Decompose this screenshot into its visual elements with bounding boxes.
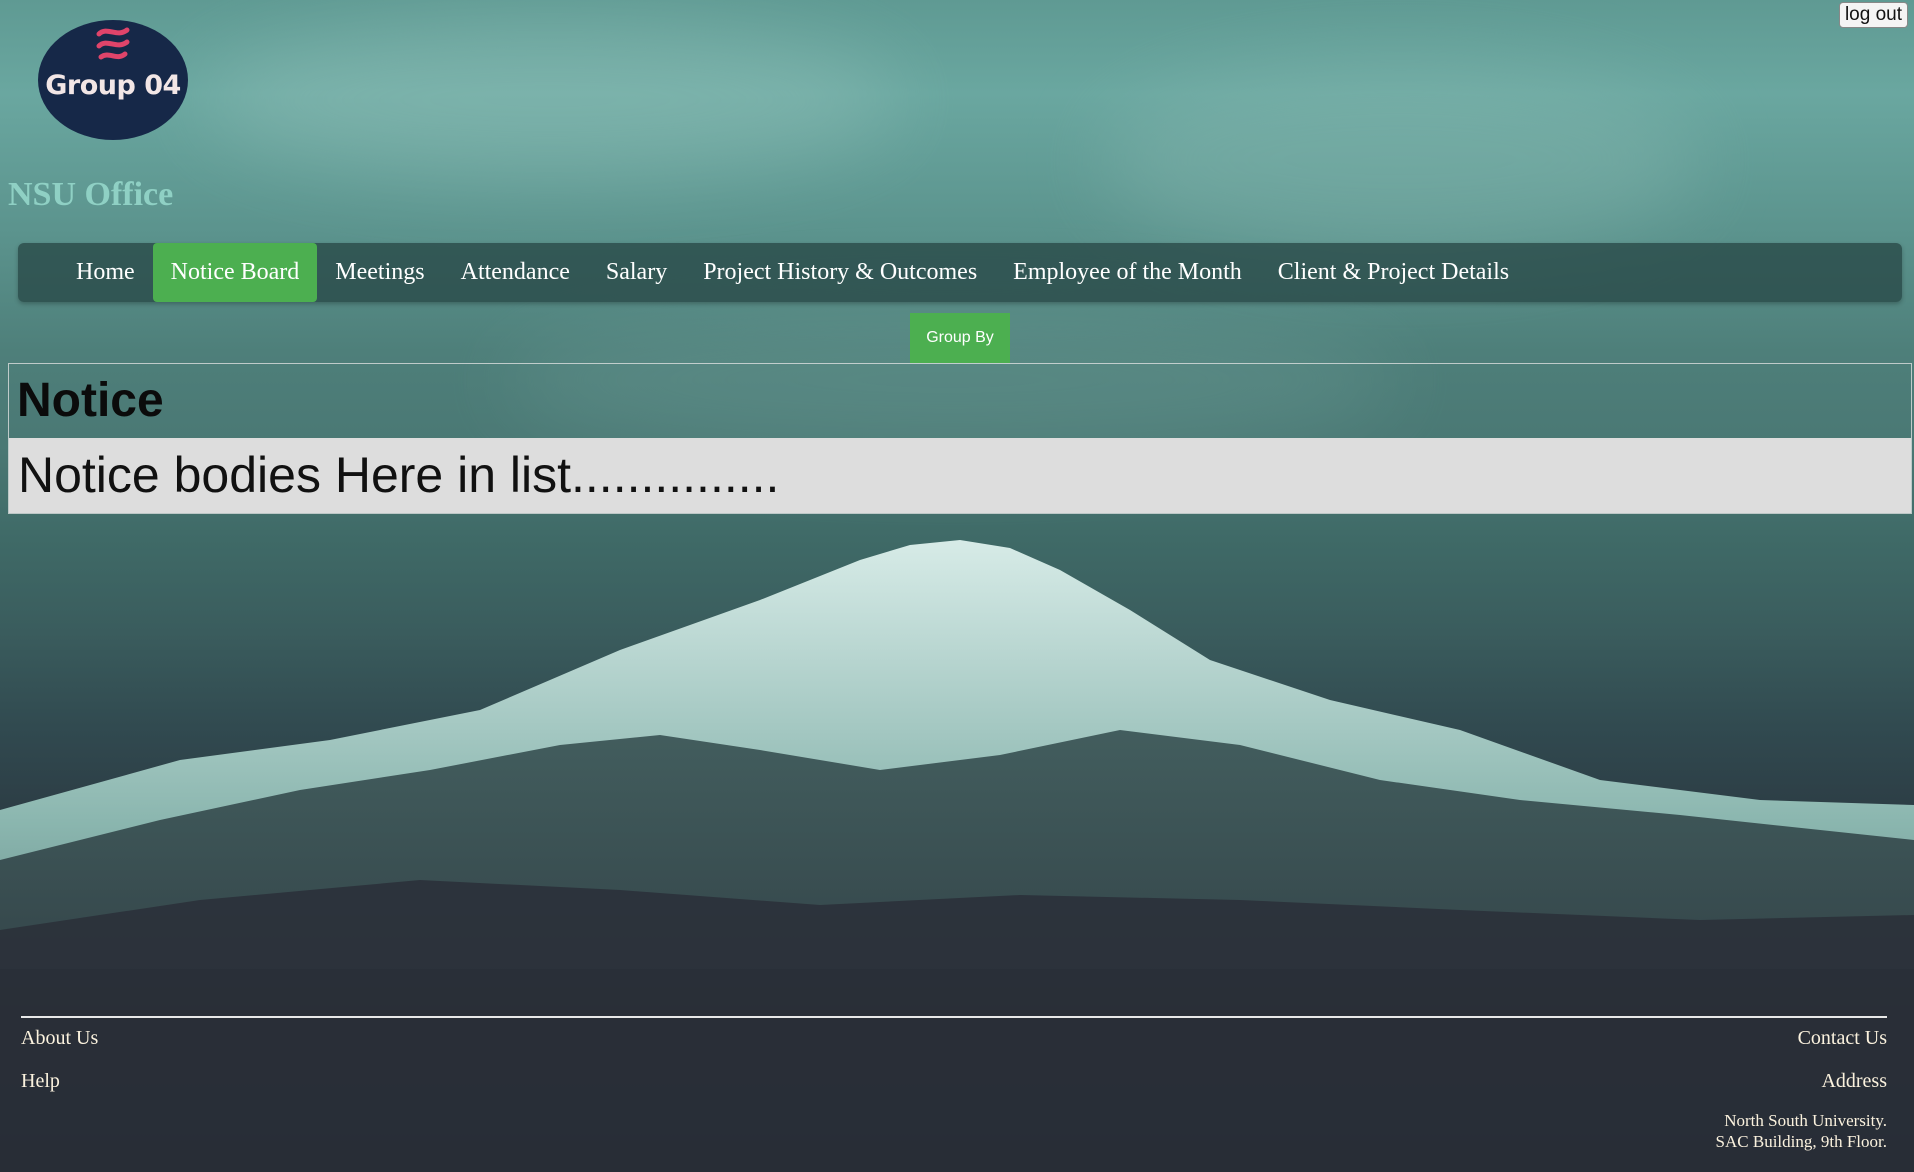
nav-item-home[interactable]: Home	[58, 243, 153, 302]
nav-item-client-project-details[interactable]: Client & Project Details	[1260, 243, 1527, 302]
notice-body: Notice bodies Here in list..............…	[9, 438, 1911, 513]
address-line-1: North South University.	[1724, 1111, 1887, 1130]
address-line-2: SAC Building, 9th Floor.	[1715, 1132, 1887, 1151]
main-navbar: Home Notice Board Meetings Attendance Sa…	[18, 243, 1902, 302]
contact-us-link[interactable]: Contact Us	[1798, 1027, 1887, 1050]
group-logo: Group 04	[38, 20, 188, 140]
about-us-link[interactable]: About Us	[21, 1027, 98, 1050]
nav-item-attendance[interactable]: Attendance	[443, 243, 588, 302]
nav-item-notice-board[interactable]: Notice Board	[152, 243, 318, 302]
footer: About Us Help Contact Us Address North S…	[0, 969, 1914, 1172]
logo-mark-icon	[96, 27, 130, 60]
nav-item-meetings[interactable]: Meetings	[317, 243, 442, 302]
notice-heading: Notice	[17, 374, 164, 427]
nav-item-employee-of-month[interactable]: Employee of the Month	[995, 243, 1260, 302]
logo-text: Group 04	[45, 70, 181, 101]
help-link[interactable]: Help	[21, 1070, 60, 1093]
nav-item-salary[interactable]: Salary	[588, 243, 685, 302]
address-link[interactable]: Address	[1821, 1070, 1887, 1093]
site-title: NSU Office	[8, 176, 174, 213]
group-by-button[interactable]: Group By	[910, 313, 1010, 363]
nav-item-project-history[interactable]: Project History & Outcomes	[685, 243, 995, 302]
notice-panel: Notice Notice bodies Here in list.......…	[8, 363, 1912, 514]
footer-divider	[21, 1016, 1887, 1018]
logout-button[interactable]: log out	[1838, 2, 1908, 28]
